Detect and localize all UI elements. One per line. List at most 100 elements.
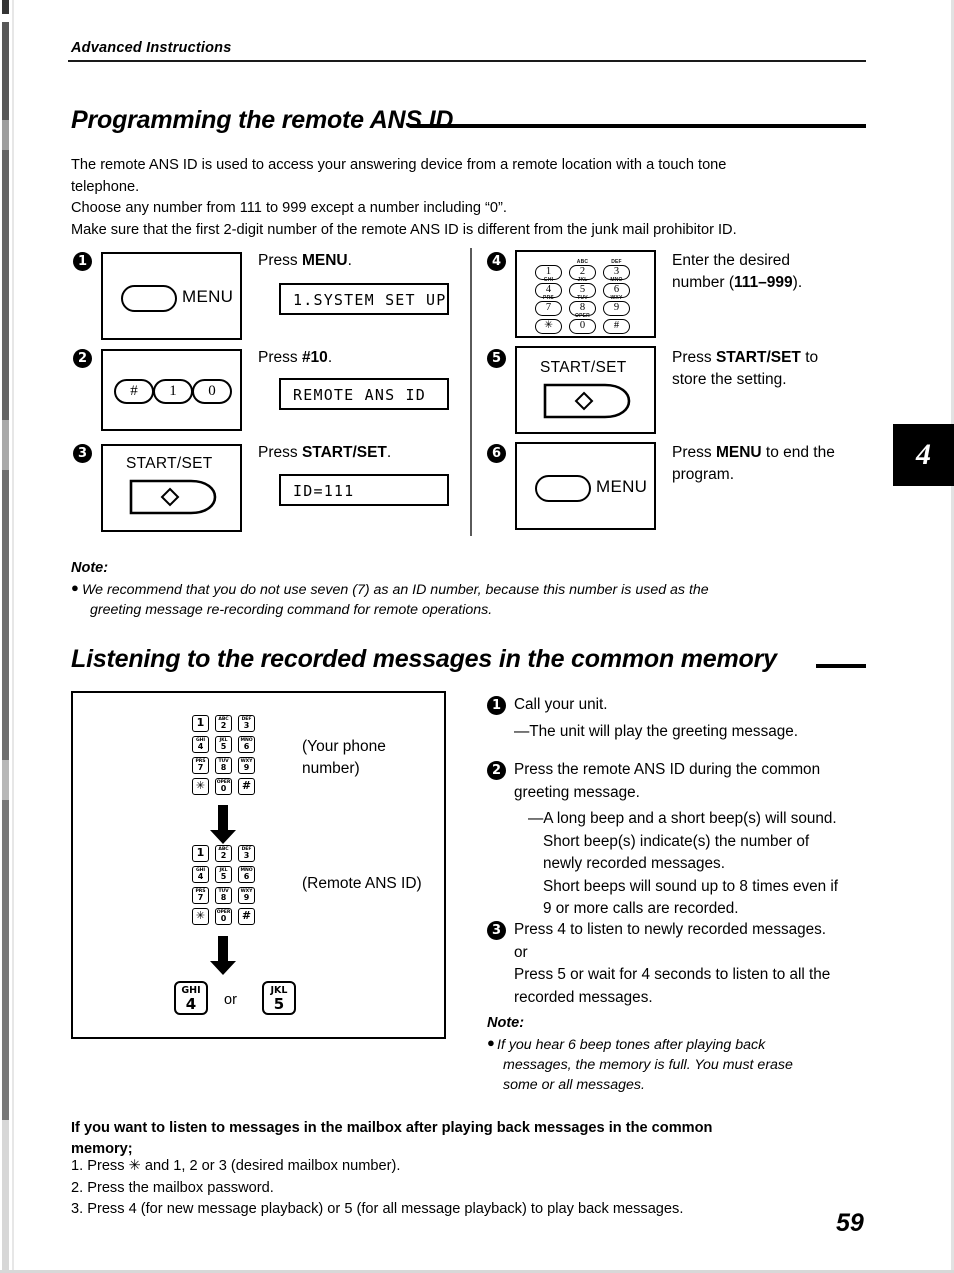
page-number: 59 — [836, 1209, 864, 1237]
keypad-key-5[interactable]: JKL 5 — [215, 736, 232, 753]
keypad-key-digit: 1 — [196, 716, 205, 729]
step-column-divider — [470, 248, 472, 536]
dialpad-key-0[interactable]: 0 — [569, 319, 596, 334]
listen-step1-line-1: Call your unit. — [514, 696, 608, 713]
listen-step2-line-1: Press the remote ANS ID during the commo… — [514, 761, 821, 778]
key-hash[interactable]: # — [114, 379, 154, 404]
intro-line-4: Make sure that the first 2-digit number … — [71, 221, 737, 238]
keypad-key-#[interactable]: # — [238, 908, 255, 925]
key-5-playback-all[interactable]: JKL 5 — [262, 981, 296, 1015]
dialpad-key-#[interactable]: # — [603, 319, 630, 334]
keypad-key-digit: 9 — [243, 893, 250, 902]
keypad-key-0[interactable]: OPER 0 — [215, 908, 232, 925]
keypad-key-digit: 4 — [197, 742, 204, 751]
keypad-key-digit: 6 — [243, 872, 250, 881]
note2-body: If you hear 6 beep tones after playing b… — [497, 1035, 877, 1095]
step-number-4: 4 — [487, 252, 506, 271]
listen-step-number-3: 3 — [487, 921, 506, 940]
note1-line-1: We recommend that you do not use seven (… — [82, 582, 709, 598]
remote-access-diagram: 1 ABC 2 DEF 3 GHI 4 JKL 5 MNO 6 PRS 7 TUV 8 WXY 9 ✳ OPER 0 #… — [71, 691, 446, 1039]
keypad-key-2[interactable]: ABC 2 — [215, 845, 232, 862]
keypad-key-7[interactable]: PRS 7 — [192, 757, 209, 774]
running-head: Advanced Instructions — [71, 40, 232, 56]
section-heading-rule-2 — [816, 664, 866, 668]
step6-instruction-line2: program. — [672, 466, 735, 483]
keypad-key-8[interactable]: TUV 8 — [215, 887, 232, 904]
key-0[interactable]: 0 — [192, 379, 232, 404]
listen-step2-line-3: —A long beep and a short beep(s) will so… — [528, 810, 837, 827]
dialpad-key-9[interactable]: 9 — [603, 301, 630, 316]
step1-lcd-display: 1.SYSTEM SET UP — [279, 283, 449, 315]
keypad-key-2[interactable]: ABC 2 — [215, 715, 232, 732]
keypad-key-digit: # — [241, 909, 252, 922]
listen-step2-line-6: Short beeps will sound up to 8 times eve… — [543, 877, 839, 895]
keypad-key-digit: 1 — [196, 846, 205, 859]
chapter-tab: 4 — [893, 424, 954, 486]
keypad-key-9[interactable]: WXY 9 — [238, 757, 255, 774]
keypad-remote-ans-id[interactable]: 1 ABC 2 DEF 3 GHI 4 JKL 5 MNO 6 PRS 7 TUV 8 WXY 9 ✳ OPER 0 # — [192, 845, 255, 927]
listen-step-1-text: Call your unit. —The unit will play the … — [514, 694, 874, 743]
keypad-key-digit: 2 — [220, 721, 227, 730]
step4-instruction-pre: number ( — [672, 274, 735, 291]
step6-instruction-bold: MENU — [715, 444, 762, 461]
listen-step-2-text: Press the remote ANS ID during the commo… — [514, 759, 882, 921]
keypad-key-digit: 4 — [197, 872, 204, 881]
start-set-button-icon[interactable] — [129, 479, 219, 515]
start-set-button-icon[interactable] — [543, 383, 633, 419]
step5-instruction-pre: Press — [672, 349, 716, 366]
menu-button-oval-icon[interactable] — [121, 285, 177, 312]
running-head-rule — [68, 60, 866, 62]
step6-instruction-post: to end the — [761, 444, 835, 461]
step4-device-panel: 1 ABC 2 DEF 3 GHI 4 JKL 5 MNO 6 PRS 7 TUV 8 WXY 9 ✳ OPER 0 # — [515, 250, 656, 338]
keypad-key-6[interactable]: MNO 6 — [238, 736, 255, 753]
step2-instruction: Press #10. — [258, 349, 332, 367]
keypad-key-#[interactable]: # — [238, 778, 255, 795]
dialpad-key-7[interactable]: 7 — [535, 301, 562, 316]
step5-instruction-post: to — [800, 349, 819, 366]
keypad-key-✳[interactable]: ✳ — [192, 908, 209, 925]
step3-lcd-display: ID=111 — [279, 474, 449, 506]
dialpad-key-✳[interactable]: ✳ — [535, 319, 562, 334]
mailbox-numbered-list: 1. Press ✳ and 1, 2 or 3 (desired mailbo… — [71, 1156, 871, 1221]
keypad-key-✳[interactable]: ✳ — [192, 778, 209, 795]
keypad-key-4[interactable]: GHI 4 — [192, 866, 209, 883]
keypad-key-digit: 2 — [220, 851, 227, 860]
step5-start-set-label: START/SET — [540, 359, 627, 376]
keypad-key-7[interactable]: PRS 7 — [192, 887, 209, 904]
keypad-key-4[interactable]: GHI 4 — [192, 736, 209, 753]
keypad-key-1[interactable]: 1 — [192, 715, 209, 732]
step5-instruction-bold: START/SET — [715, 349, 801, 366]
step2-instruction-bold: #10 — [301, 349, 328, 366]
step6-instruction-line1: Press MENU to end the — [672, 444, 835, 462]
keypad-key-1[interactable]: 1 — [192, 845, 209, 862]
keypad-key-5[interactable]: JKL 5 — [215, 866, 232, 883]
keypad-key-8[interactable]: TUV 8 — [215, 757, 232, 774]
step5-instruction-line2: store the setting. — [672, 371, 787, 388]
step3-device-panel: START/SET — [101, 444, 242, 532]
step-number-6: 6 — [487, 444, 506, 463]
note2-title: Note: — [487, 1015, 525, 1031]
scan-edge-artifact-left-secondary — [12, 0, 14, 1273]
down-arrow-icon — [210, 936, 236, 975]
key-4-playback-new[interactable]: GHI 4 — [174, 981, 208, 1015]
step1-instruction: Press MENU. — [258, 252, 352, 270]
diagram-caption-your-phone-number: (Your phone number) — [302, 738, 386, 777]
step2-device-panel: # 1 0 — [101, 349, 242, 431]
note1-line-2: greeting message re-recording command fo… — [90, 602, 493, 618]
keypad-your-phone-number[interactable]: 1 ABC 2 DEF 3 GHI 4 JKL 5 MNO 6 PRS 7 TUV 8 WXY 9 ✳ OPER 0 # — [192, 715, 255, 797]
step-number-2: 2 — [73, 349, 92, 368]
keypad-key-3[interactable]: DEF 3 — [238, 715, 255, 732]
numeric-keypad-oval[interactable]: 1 ABC 2 DEF 3 GHI 4 JKL 5 MNO 6 PRS 7 TUV 8 WXY 9 ✳ OPER 0 # — [535, 258, 645, 334]
note2-bullet-icon: ● — [487, 1035, 495, 1050]
keypad-key-digit: 3 — [243, 851, 250, 860]
keypad-key-6[interactable]: MNO 6 — [238, 866, 255, 883]
keypad-key-9[interactable]: WXY 9 — [238, 887, 255, 904]
keypad-key-digit: ✳ — [195, 779, 206, 792]
keypad-key-0[interactable]: OPER 0 — [215, 778, 232, 795]
menu-button-oval-icon[interactable] — [535, 475, 591, 502]
key-1[interactable]: 1 — [153, 379, 193, 404]
step3-instruction-pre: Press — [258, 444, 302, 461]
key-4-digit: 4 — [185, 995, 197, 1013]
keypad-key-3[interactable]: DEF 3 — [238, 845, 255, 862]
keypad-key-digit: 5 — [220, 872, 227, 881]
